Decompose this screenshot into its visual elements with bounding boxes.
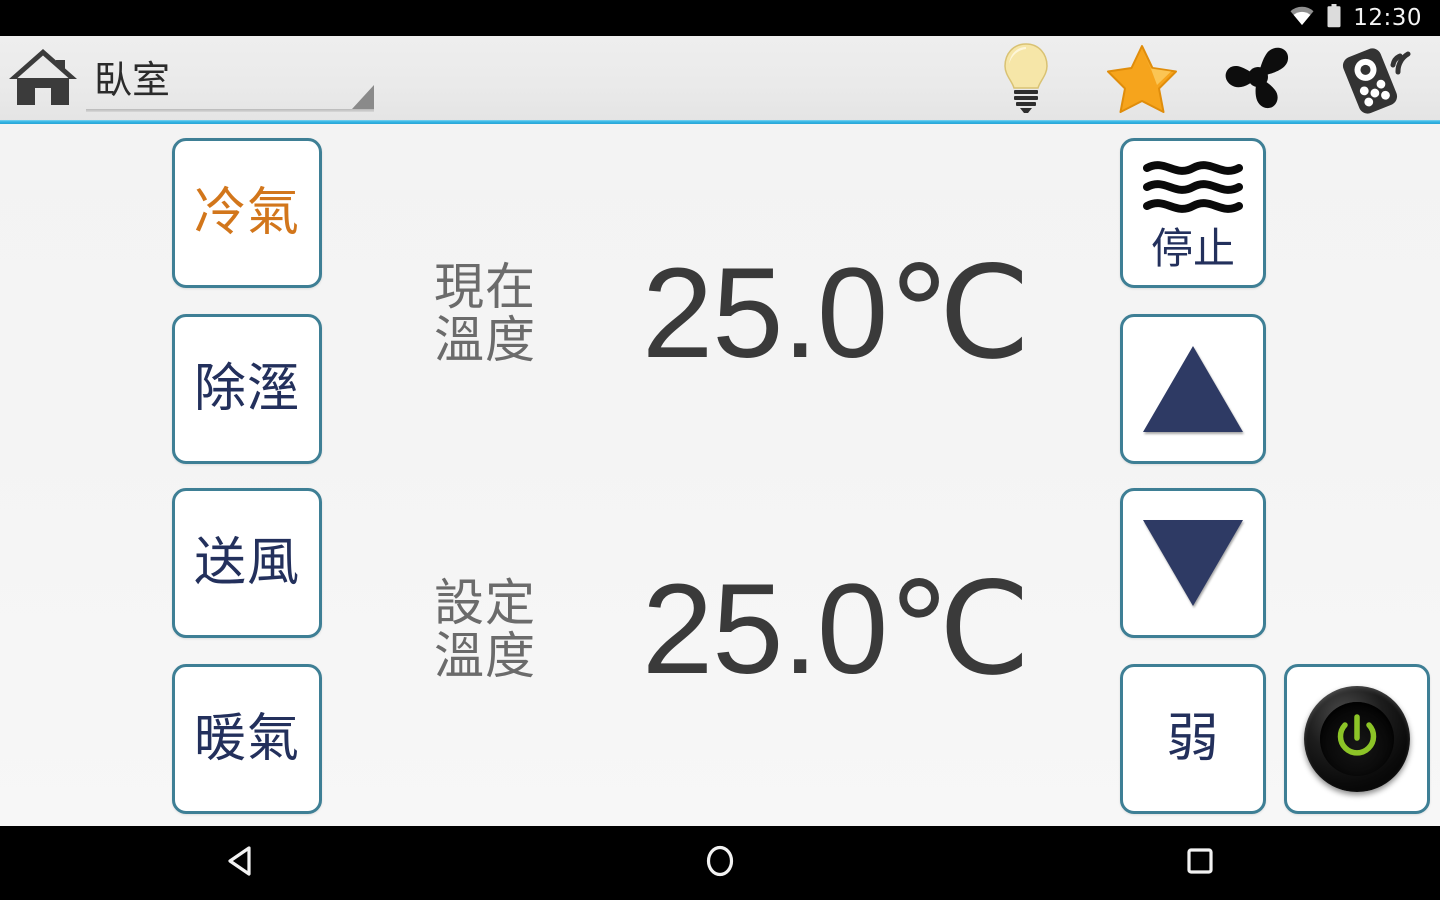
mode-label: 除溼 [193,359,300,419]
nav-back-button[interactable] [165,826,315,900]
fan-icon [1221,43,1295,117]
label-line-1: 現在 [434,258,536,316]
app-header: 臥室 [0,36,1440,124]
fan-speed-label: 弱 [1166,709,1220,769]
recents-square-icon [1185,846,1215,880]
triangle-up-icon [1143,346,1243,432]
swing-stop-label: 停止 [1150,224,1235,273]
spinner-caret-icon [352,85,374,109]
mode-label: 送風 [193,533,300,593]
nav-home-button[interactable] [645,826,795,900]
wifi-icon [1289,5,1315,31]
temperature-up-button[interactable] [1120,314,1266,464]
current-temperature-value: 25.0℃ [642,242,1031,385]
fan-speed-button[interactable]: 弱 [1120,664,1266,814]
light-bulb-icon [1001,42,1051,118]
temperature-down-button[interactable] [1120,488,1266,638]
remote-control-button[interactable] [1336,42,1412,118]
room-selector-value: 臥室 [94,58,171,102]
current-temperature-label: 現在 溫度 [434,261,564,367]
power-knob-inner [1320,702,1394,776]
mode-label: 冷氣 [193,183,300,243]
room-selector[interactable]: 臥室 [86,36,374,124]
mode-button-heat[interactable]: 暖氣 [172,664,322,814]
fan-button[interactable] [1220,42,1296,118]
wavy-lines-icon [1139,156,1247,222]
star-icon [1106,43,1178,117]
home-circle-icon [704,844,736,882]
light-bulb-button[interactable] [988,42,1064,118]
mode-label: 暖氣 [193,709,300,769]
status-clock: 12:30 [1353,4,1422,31]
mode-button-dehumidify[interactable]: 除溼 [172,314,322,464]
app-screen: 12:30 臥室 冷氣 除溼 送風 暖氣 現在 溫度 25.0℃ 設定 溫度 2… [0,0,1440,900]
android-nav-bar [0,826,1440,900]
mode-button-fan[interactable]: 送風 [172,488,322,638]
spinner-underline [86,109,374,112]
label-line-2: 溫度 [434,311,536,369]
nav-recents-button[interactable] [1125,826,1275,900]
home-icon [8,47,78,113]
home-button[interactable] [0,36,86,124]
battery-icon [1326,4,1342,32]
power-button-icon [1304,686,1410,792]
swing-stop-button[interactable]: 停止 [1120,138,1266,288]
remote-control-icon [1336,41,1412,119]
label-line-1: 設定 [434,574,536,632]
main-panel: 冷氣 除溼 送風 暖氣 現在 溫度 25.0℃ 設定 溫度 25.0℃ 停止 弱 [0,124,1440,826]
triangle-down-icon [1143,520,1243,606]
current-temperature-readout: 現在 溫度 25.0℃ [434,242,1031,385]
status-bar: 12:30 [0,0,1440,36]
set-temperature-readout: 設定 溫度 25.0℃ [434,558,1031,701]
set-temperature-value: 25.0℃ [642,558,1031,701]
set-temperature-label: 設定 溫度 [434,577,564,683]
power-button[interactable] [1284,664,1430,814]
mode-button-cool[interactable]: 冷氣 [172,138,322,288]
back-triangle-icon [225,845,255,881]
appbar-icon-group [988,42,1440,118]
label-line-2: 溫度 [434,627,536,685]
favorite-button[interactable] [1104,42,1180,118]
